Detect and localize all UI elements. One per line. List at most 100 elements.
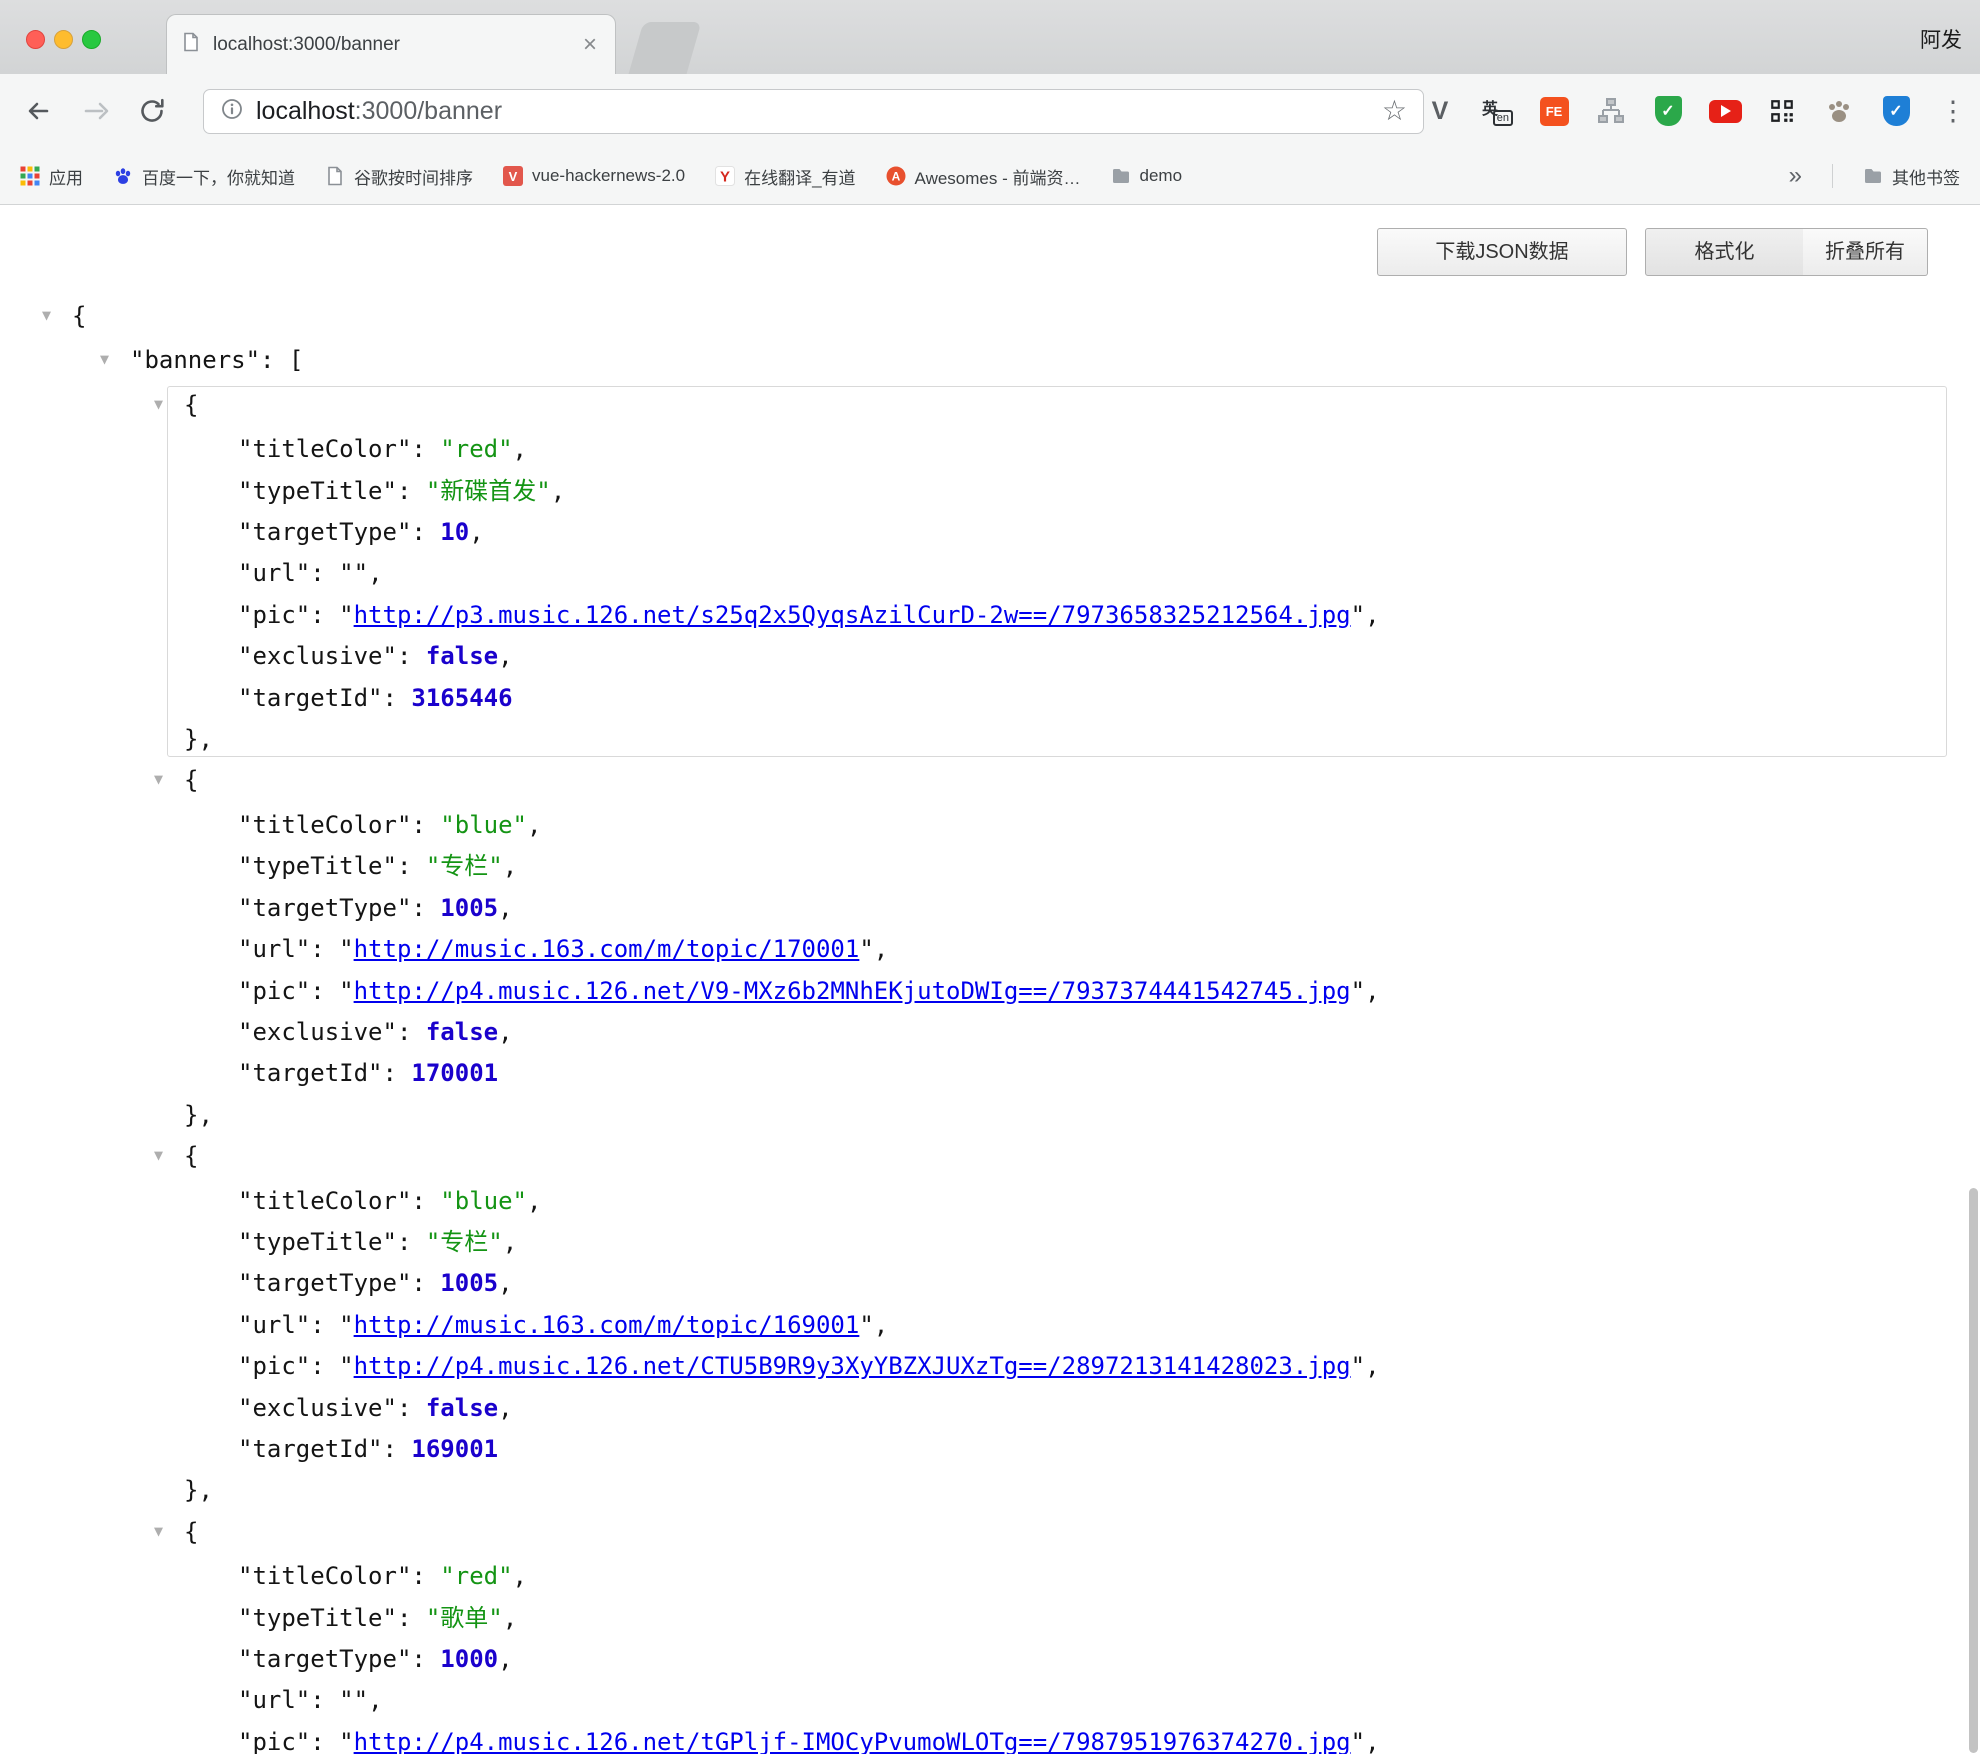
json-line: "exclusive": false,	[0, 636, 1980, 677]
json-punctuation: :	[411, 811, 440, 839]
json-url-link[interactable]: http://p3.music.126.net/s25q2x5QyqsAzilC…	[354, 601, 1351, 629]
json-key: "targetType"	[238, 1645, 411, 1673]
json-punctuation: ,	[1365, 601, 1379, 629]
json-key: "pic"	[238, 601, 310, 629]
json-punctuation: },	[184, 1476, 213, 1504]
json-punctuation: },	[184, 1101, 213, 1129]
json-punctuation: ,	[498, 1018, 512, 1046]
scrollbar-thumb[interactable]	[1969, 1188, 1978, 1753]
browser-menu-icon[interactable]: ⋮	[1936, 94, 1970, 128]
json-punctuation: ,	[874, 1311, 888, 1339]
format-button[interactable]: 格式化	[1645, 228, 1804, 276]
bookmark-label: 谷歌按时间排序	[354, 164, 473, 189]
bookmark-item-vue-hackernews[interactable]: V vue-hackernews-2.0	[503, 166, 685, 186]
svg-text:V: V	[509, 169, 518, 184]
json-punctuation: "	[339, 1352, 353, 1380]
json-punctuation: ,	[1365, 1728, 1379, 1754]
forward-button[interactable]	[77, 93, 113, 129]
bookmark-label: vue-hackernews-2.0	[532, 166, 685, 186]
folder-icon	[1863, 166, 1883, 186]
bookmark-item-baidu[interactable]: 百度一下，你就知道	[113, 164, 295, 189]
baidu-paw-icon	[113, 166, 133, 186]
bookmark-item-awesomes[interactable]: A Awesomes - 前端资…	[886, 164, 1081, 189]
json-url-link[interactable]: http://p4.music.126.net/V9-MXz6b2MNhEKju…	[354, 977, 1351, 1005]
bookmark-item-google-sort[interactable]: 谷歌按时间排序	[325, 164, 473, 189]
json-punctuation: :	[397, 852, 426, 880]
json-line: "titleColor": "blue",	[0, 805, 1980, 846]
json-url-link[interactable]: http://music.163.com/m/topic/169001	[354, 1311, 860, 1339]
orgchart-extension-icon[interactable]	[1594, 94, 1628, 128]
json-punctuation: :	[310, 1311, 339, 1339]
json-key: "typeTitle"	[238, 1604, 397, 1632]
profile-name[interactable]: 阿发	[1920, 24, 1962, 54]
json-line: ▼{	[0, 385, 1980, 429]
translate-extension-icon[interactable]: 英en	[1480, 94, 1514, 128]
back-button[interactable]	[20, 93, 56, 129]
json-punctuation: :	[310, 1352, 339, 1380]
json-key: "pic"	[238, 1728, 310, 1754]
browser-tab[interactable]: localhost:3000/banner ×	[166, 14, 616, 74]
json-punctuation: ,	[469, 518, 483, 546]
collapse-triangle-icon[interactable]: ▼	[154, 1511, 184, 1552]
json-line: "exclusive": false,	[0, 1388, 1980, 1429]
youdao-icon: Y	[715, 166, 735, 186]
json-punctuation: ,	[498, 894, 512, 922]
json-punctuation: "	[1351, 977, 1365, 1005]
fe-extension-icon[interactable]: FE	[1537, 94, 1571, 128]
json-url-link[interactable]: http://p4.music.126.net/CTU5B9R9y3XyYBZX…	[354, 1352, 1351, 1380]
bookmark-label: Awesomes - 前端资…	[915, 164, 1081, 189]
fullscreen-window-button[interactable]	[82, 30, 101, 49]
bookmark-item-demo[interactable]: demo	[1111, 166, 1183, 186]
new-tab-button[interactable]	[629, 22, 702, 74]
collapse-triangle-icon[interactable]: ▼	[42, 295, 72, 336]
collapse-all-button[interactable]: 折叠所有	[1803, 228, 1928, 276]
tab-close-icon[interactable]: ×	[579, 33, 601, 57]
collapse-triangle-icon[interactable]: ▼	[154, 1135, 184, 1176]
download-json-button[interactable]: 下载JSON数据	[1377, 228, 1627, 276]
json-string-value: "专栏"	[426, 852, 503, 880]
bookmark-item-youdao-translate[interactable]: Y 在线翻译_有道	[715, 164, 855, 189]
json-string-value: "red"	[440, 435, 512, 463]
collapse-triangle-icon[interactable]: ▼	[154, 384, 184, 425]
vim-extension-icon[interactable]: V	[1423, 94, 1457, 128]
json-key: "titleColor"	[238, 811, 411, 839]
json-punctuation: },	[184, 725, 213, 753]
close-window-button[interactable]	[26, 30, 45, 49]
json-url-link[interactable]: http://p4.music.126.net/tGPljf-IMOCyPvum…	[354, 1728, 1351, 1754]
qrcode-extension-icon[interactable]	[1765, 94, 1799, 128]
json-empty-string: ""	[339, 1686, 368, 1714]
json-number-value: 1005	[440, 894, 498, 922]
json-punctuation: :	[383, 684, 412, 712]
json-punctuation: :	[383, 1435, 412, 1463]
json-line: "typeTitle": "歌单",	[0, 1598, 1980, 1639]
blue-shield-extension-icon[interactable]: ✓	[1879, 94, 1913, 128]
navigation-bar: localhost:3000/banner ☆ V 英en FE ✓ ✓ ⋮	[0, 74, 1980, 148]
json-string-value: "歌单"	[426, 1604, 503, 1632]
json-key: "targetId"	[238, 1435, 383, 1463]
paw-extension-icon[interactable]	[1822, 94, 1856, 128]
bookmark-star-icon[interactable]: ☆	[1382, 97, 1407, 125]
json-punctuation: "	[339, 935, 353, 963]
url-path: :3000/banner	[355, 97, 502, 125]
json-line: "typeTitle": "专栏",	[0, 846, 1980, 887]
minimize-window-button[interactable]	[54, 30, 73, 49]
address-bar[interactable]: localhost:3000/banner ☆	[203, 89, 1424, 134]
page-info-icon[interactable]	[220, 97, 244, 126]
url-host: localhost	[256, 97, 355, 125]
json-url-link[interactable]: http://music.163.com/m/topic/170001	[354, 935, 860, 963]
json-key: "url"	[238, 1311, 310, 1339]
green-shield-extension-icon[interactable]: ✓	[1651, 94, 1685, 128]
json-line: "url": "",	[0, 1680, 1980, 1721]
json-punctuation: "	[1351, 1352, 1365, 1380]
page-content: 下载JSON数据 格式化 折叠所有 ▼{▼"banners": [▼{"titl…	[0, 206, 1980, 1754]
collapse-triangle-icon[interactable]: ▼	[154, 759, 184, 800]
collapse-triangle-icon[interactable]: ▼	[100, 339, 130, 380]
reload-button[interactable]	[134, 93, 170, 129]
youtube-extension-icon[interactable]	[1708, 94, 1742, 128]
json-key: "exclusive"	[238, 1018, 397, 1046]
bookmark-item-apps[interactable]: 应用	[20, 164, 83, 189]
bookmarks-overflow-chevron[interactable]: »	[1789, 162, 1802, 190]
json-punctuation: "	[859, 1311, 873, 1339]
other-bookmarks-button[interactable]: 其他书签	[1863, 164, 1960, 189]
json-punctuation: ,	[503, 1228, 517, 1256]
